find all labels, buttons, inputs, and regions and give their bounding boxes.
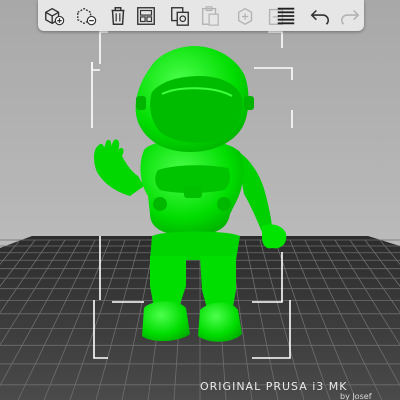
delete-all-icon — [111, 7, 125, 25]
3d-viewport[interactable]: ORIGINAL PRUSA i3 MK by Josef — [0, 0, 400, 400]
delete-object-button[interactable] — [74, 4, 98, 28]
add-object-button[interactable] — [42, 4, 66, 28]
split-layers-icon — [277, 7, 295, 25]
arrange-icon — [137, 7, 155, 25]
paste-icon — [201, 6, 219, 26]
undo-button[interactable] — [308, 4, 332, 28]
undo-icon — [310, 9, 330, 25]
scene-canvas[interactable]: ORIGINAL PRUSA i3 MK by Josef — [0, 0, 400, 400]
arrange-button[interactable] — [134, 4, 158, 28]
add-object-icon — [45, 7, 65, 26]
bed-label-author: by Josef — [340, 392, 372, 400]
copy-icon — [171, 7, 189, 26]
redo-icon — [340, 9, 360, 25]
split-layers-button[interactable] — [274, 4, 298, 28]
delete-object-icon — [77, 7, 97, 26]
top-toolbar — [38, 0, 364, 31]
copy-button[interactable] — [168, 4, 192, 28]
redo-button[interactable] — [338, 4, 362, 28]
bed-label-printer: ORIGINAL PRUSA i3 MK — [200, 380, 347, 393]
delete-all-button[interactable] — [106, 4, 130, 28]
add-instance-button[interactable] — [234, 4, 258, 28]
paste-button[interactable] — [198, 4, 222, 28]
add-instance-icon — [237, 7, 253, 26]
